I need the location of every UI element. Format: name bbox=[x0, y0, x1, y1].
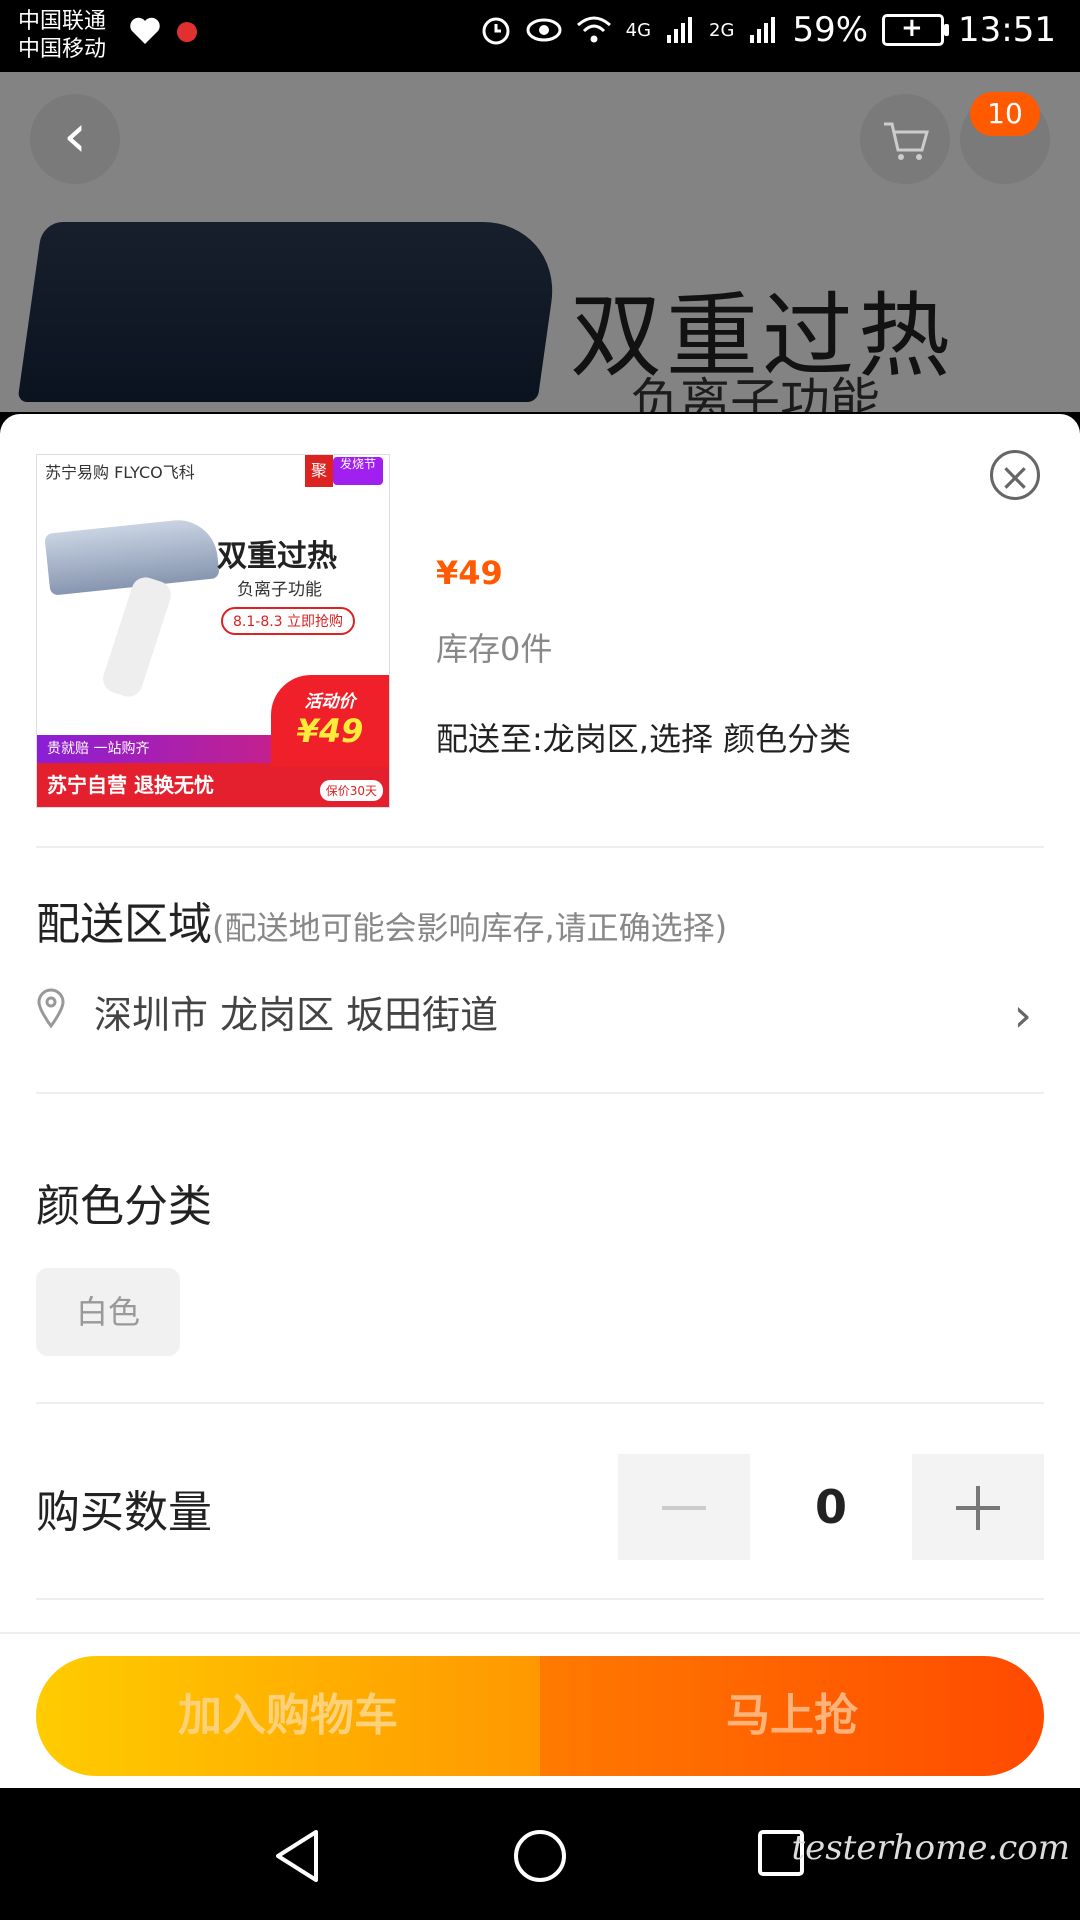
carrier-2: 中国移动 bbox=[18, 37, 107, 62]
alarm-icon bbox=[482, 17, 510, 45]
thumb-title: 双重过热 bbox=[217, 539, 337, 574]
system-indicators: 4G 2G 59% + 13:51 bbox=[480, 10, 1056, 50]
divider bbox=[36, 1402, 1044, 1404]
back-icon[interactable]: ‹ bbox=[30, 94, 120, 184]
quantity-increase-button[interactable] bbox=[912, 1454, 1044, 1560]
delivery-area-title: 配送区域 bbox=[36, 899, 212, 950]
thumb-activity-price: 活动价 ¥49 bbox=[271, 675, 389, 767]
clock: 13:51 bbox=[958, 10, 1056, 50]
thumb-dryer-handle bbox=[99, 573, 175, 701]
cart-icon[interactable] bbox=[860, 94, 950, 184]
thumb-activity-value: ¥49 bbox=[296, 712, 364, 750]
quantity-label: 购买数量 bbox=[36, 1487, 212, 1538]
address-selector[interactable]: 深圳市 龙岗区 坂田街道 › bbox=[36, 974, 1044, 1060]
sku-selector-sheet: 苏宁易购 FLYCO飞科 聚 发烧节 双重过热 负离子功能 8.1-8.3 立即… bbox=[0, 414, 1080, 1790]
delivery-area-hint: (配送地可能会影响库存,请正确选择) bbox=[212, 909, 728, 947]
message-count-badge: 10 bbox=[970, 92, 1040, 136]
signal-2g-icon bbox=[750, 17, 776, 43]
quantity-value[interactable]: 0 bbox=[750, 1454, 912, 1560]
divider bbox=[36, 1092, 1044, 1094]
battery-icon: + bbox=[882, 13, 950, 46]
thumb-store-logo: 苏宁易购 FLYCO飞科 bbox=[45, 463, 195, 482]
add-to-cart-button[interactable]: 加入购物车 bbox=[36, 1656, 540, 1776]
system-navigation-bar: testerhome.com bbox=[0, 1788, 1080, 1920]
chevron-right-icon: › bbox=[1013, 988, 1032, 1042]
thumb-date: 8.1-8.3 立即抢购 bbox=[221, 607, 356, 635]
carrier-1: 中国联通 bbox=[18, 9, 107, 34]
color-option-white[interactable]: 白色 bbox=[36, 1268, 180, 1356]
product-price: ¥49 bbox=[436, 554, 503, 592]
signal-4g-icon bbox=[667, 17, 693, 43]
notification-icons bbox=[128, 16, 198, 46]
thumb-subtitle: 负离子功能 bbox=[237, 580, 322, 600]
nav-back-icon[interactable] bbox=[272, 1828, 322, 1884]
thumb-activity-label: 活动价 bbox=[304, 692, 356, 712]
divider bbox=[36, 846, 1044, 848]
wifi-icon bbox=[576, 16, 611, 43]
thumb-festival-tag: 发烧节 bbox=[333, 457, 383, 485]
location-pin-icon bbox=[37, 988, 65, 1028]
action-bar: 加入购物车 马上抢 bbox=[0, 1632, 1080, 1790]
thumb-guarantee: 保价30天 bbox=[319, 780, 383, 801]
net-2g-label: 2G bbox=[709, 19, 735, 41]
watermark: testerhome.com bbox=[791, 1828, 1070, 1868]
delivery-area-heading: 配送区域(配送地可能会影响库存,请正确选择) bbox=[36, 888, 727, 952]
net-4g-label: 4G bbox=[625, 19, 652, 41]
buy-now-button[interactable]: 马上抢 bbox=[540, 1656, 1044, 1776]
product-thumbnail: 苏宁易购 FLYCO飞科 聚 发烧节 双重过热 负离子功能 8.1-8.3 立即… bbox=[36, 454, 390, 808]
battery-percent: 59% bbox=[792, 10, 869, 50]
close-icon[interactable]: × bbox=[990, 450, 1040, 500]
stock-count: 库存0件 bbox=[436, 630, 553, 668]
nav-home-icon[interactable] bbox=[512, 1828, 568, 1884]
background-product-page: 双重过热 负离子功能 ‹ 10 bbox=[0, 72, 1080, 412]
selection-summary: 配送至:龙岗区,选择 颜色分类 bbox=[436, 720, 852, 758]
thumb-ju-tag: 聚 bbox=[305, 455, 333, 487]
heart-rate-icon bbox=[130, 17, 160, 44]
address-text: 深圳市 龙岗区 坂田街道 bbox=[94, 993, 499, 1037]
divider bbox=[36, 1598, 1044, 1600]
quantity-decrease-button[interactable] bbox=[618, 1454, 750, 1560]
color-category-title: 颜色分类 bbox=[36, 1181, 212, 1232]
status-bar: 中国联通 中国移动 4G 2G 59% + 13:51 bbox=[0, 0, 1080, 72]
app-notification-icon bbox=[177, 22, 197, 42]
eye-comfort-icon bbox=[526, 18, 562, 42]
thumb-dryer-image bbox=[44, 516, 220, 596]
carrier-info: 中国联通 中国移动 bbox=[18, 8, 106, 64]
